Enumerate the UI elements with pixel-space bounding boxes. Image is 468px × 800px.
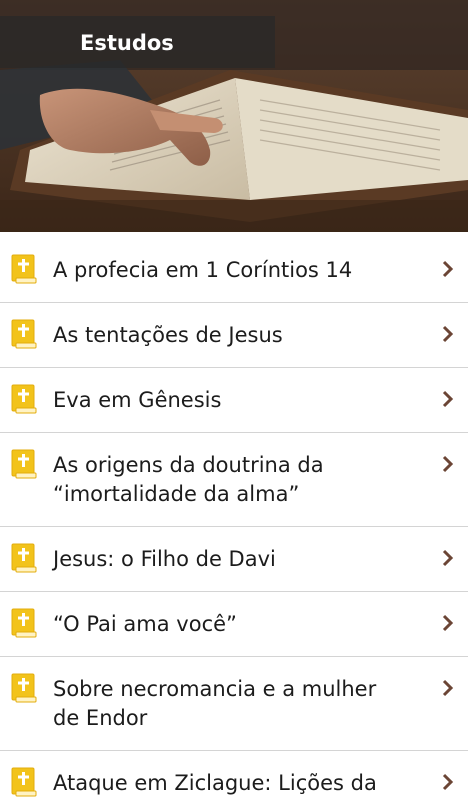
list-item[interactable]: Jesus: o Filho de Davi — [0, 527, 468, 592]
list-item-label: As origens da doutrina da “imortalidade … — [53, 453, 324, 506]
chevron-right-icon — [442, 679, 454, 697]
bible-book-icon — [11, 673, 37, 703]
list-item-label: Sobre necromancia e a mulher de Endor — [53, 677, 377, 730]
list-item[interactable]: Ataque em Ziclague: Lições da — [0, 751, 468, 800]
list-item-label: A profecia em 1 Coríntios 14 — [53, 258, 353, 282]
list-item[interactable]: Sobre necromancia e a mulher de Endor — [0, 657, 468, 751]
list-item[interactable]: “O Pai ama você” — [0, 592, 468, 657]
list-item[interactable]: Eva em Gênesis — [0, 368, 468, 433]
list-item-label: Ataque em Ziclague: Lições da — [53, 771, 377, 795]
list-item-label: Eva em Gênesis — [53, 388, 222, 412]
chevron-right-icon — [442, 773, 454, 791]
list-item-label: Jesus: o Filho de Davi — [53, 547, 276, 571]
chevron-right-icon — [442, 325, 454, 343]
study-list: A profecia em 1 Coríntios 14 As tentaçõe… — [0, 238, 468, 800]
bible-book-icon — [11, 449, 37, 479]
bible-book-icon — [11, 543, 37, 573]
chevron-right-icon — [442, 549, 454, 567]
chevron-right-icon — [442, 260, 454, 278]
list-item-label: As tentações de Jesus — [53, 323, 283, 347]
bible-book-icon — [11, 384, 37, 414]
list-item[interactable]: As tentações de Jesus — [0, 303, 468, 368]
chevron-right-icon — [442, 455, 454, 473]
list-item-label: “O Pai ama você” — [53, 612, 237, 636]
list-item[interactable]: As origens da doutrina da “imortalidade … — [0, 433, 468, 527]
list-item[interactable]: A profecia em 1 Coríntios 14 — [0, 238, 468, 303]
screen: Estudos A profecia em 1 Coríntios 14 As … — [0, 0, 468, 800]
bible-book-icon — [11, 319, 37, 349]
bible-book-icon — [11, 608, 37, 638]
chevron-right-icon — [442, 614, 454, 632]
title-bar: Estudos — [0, 16, 275, 68]
bible-book-icon — [11, 767, 37, 797]
bible-book-icon — [11, 254, 37, 284]
chevron-right-icon — [442, 390, 454, 408]
page-title: Estudos — [80, 31, 174, 55]
header-image: Estudos — [0, 0, 468, 232]
